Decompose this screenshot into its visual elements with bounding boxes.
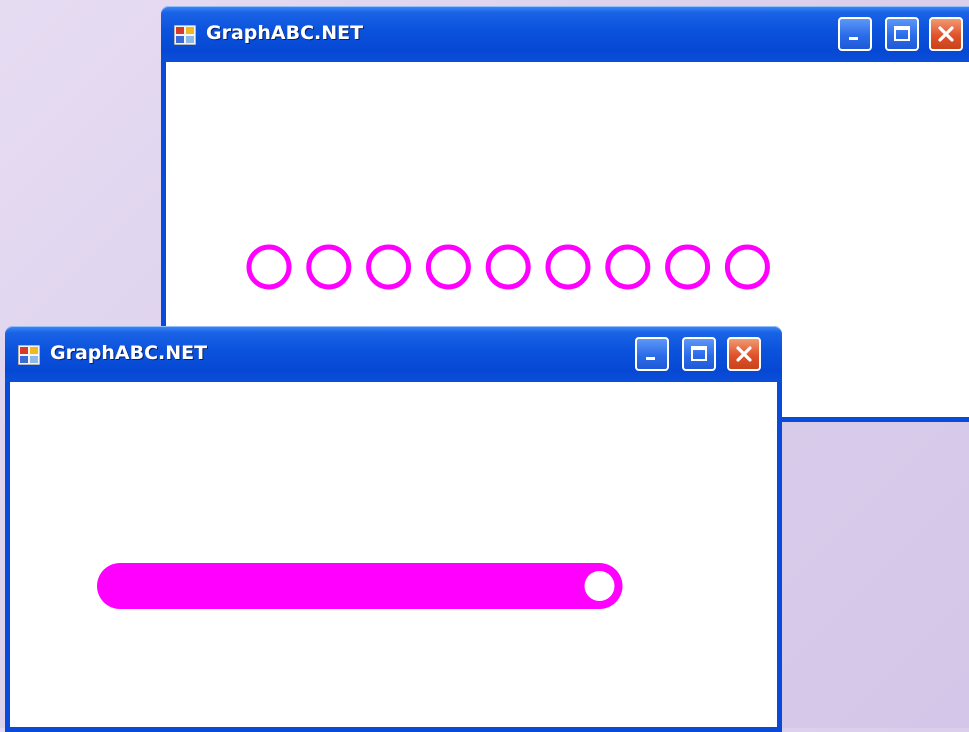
circle-3 — [366, 244, 412, 290]
window-title: GraphABC.NET — [206, 22, 364, 44]
close-button[interactable] — [929, 17, 963, 51]
drawing-area — [10, 382, 777, 727]
minimize-icon — [646, 357, 655, 360]
title-bar[interactable]: GraphABC.NET — [5, 326, 782, 382]
close-icon — [938, 26, 954, 42]
progress-bar-fill — [97, 563, 623, 609]
maximize-icon — [691, 346, 707, 361]
minimize-button[interactable] — [635, 337, 669, 371]
circle-6 — [545, 244, 591, 290]
close-icon — [736, 346, 752, 362]
circle-9 — [724, 244, 770, 290]
maximize-icon — [894, 26, 910, 41]
maximize-button[interactable] — [682, 337, 716, 371]
circle-2 — [306, 244, 352, 290]
circle-1 — [246, 244, 292, 290]
window-bottom[interactable]: GraphABC.NET — [5, 326, 782, 732]
circle-5 — [485, 244, 531, 290]
minimize-button[interactable] — [838, 17, 872, 51]
window-title: GraphABC.NET — [50, 342, 208, 364]
minimize-icon — [849, 37, 858, 40]
progress-knob — [584, 571, 615, 601]
close-button[interactable] — [727, 337, 761, 371]
circle-8 — [665, 244, 711, 290]
bar-canvas — [97, 563, 623, 609]
title-bar[interactable]: GraphABC.NET — [161, 6, 969, 62]
maximize-button[interactable] — [885, 17, 919, 51]
app-icon — [18, 345, 40, 365]
circle-4 — [425, 244, 471, 290]
circle-7 — [605, 244, 651, 290]
app-icon — [174, 25, 196, 45]
